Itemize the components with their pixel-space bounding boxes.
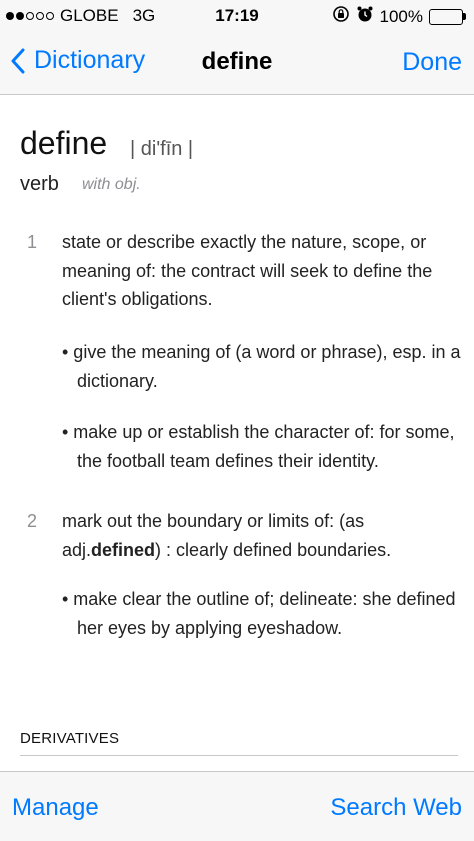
done-button[interactable]: Done	[402, 48, 462, 77]
sense-definition: state or describe exactly the nature, sc…	[62, 232, 433, 309]
sense-number: 2	[27, 511, 38, 531]
sense-definition: mark out the boundary or limits of: (as …	[62, 507, 457, 564]
status-bar: GLOBE 3G 17:19 100%	[0, 0, 474, 32]
subsense: • give the meaning of (a word or phrase)…	[62, 342, 461, 391]
back-button[interactable]: Dictionary	[10, 46, 145, 75]
battery-icon	[429, 8, 466, 25]
subsense: • make up or establish the character of:…	[62, 422, 455, 471]
chevron-left-icon	[11, 48, 25, 73]
part-of-speech: verb	[20, 173, 59, 195]
definition-text: ) : clearly defined boundaries.	[155, 539, 392, 560]
dictionary-entry[interactable]: define | di'fīn | verb with obj. 1 state…	[0, 95, 474, 771]
headword: define	[20, 125, 108, 161]
status-right: 100%	[332, 5, 466, 28]
grammar-note: with obj.	[82, 176, 141, 193]
rotation-lock-icon	[332, 5, 350, 28]
navigation-bar: Dictionary define Done	[0, 32, 474, 95]
derivatives-header: DERIVATIVES	[20, 730, 120, 747]
pronunciation: | di'fīn |	[130, 138, 194, 160]
definition-bold-term: defined	[91, 539, 156, 560]
subsense: • make clear the outline of; delineate: …	[62, 589, 456, 638]
sense-number: 1	[27, 232, 38, 252]
battery-percentage: 100%	[379, 6, 423, 26]
manage-button[interactable]: Manage	[12, 794, 99, 822]
bottom-toolbar: Manage Search Web	[0, 771, 474, 841]
alarm-clock-icon	[356, 5, 374, 28]
back-button-label: Dictionary	[34, 46, 146, 74]
divider	[20, 755, 458, 756]
search-web-button[interactable]: Search Web	[330, 794, 462, 822]
